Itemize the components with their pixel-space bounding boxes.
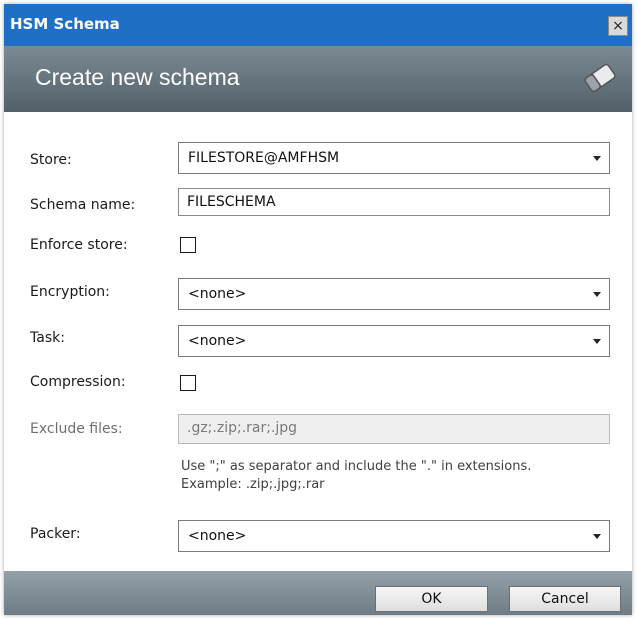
encryption-value: <none> [188, 286, 247, 302]
task-value: <none> [188, 333, 247, 349]
dropdown-arrow-icon [593, 534, 601, 539]
encryption-dropdown[interactable]: <none> [178, 278, 610, 310]
hsm-schema-dialog: HSM Schema × Create new schema Store: FI… [4, 4, 632, 615]
dropdown-arrow-icon [593, 156, 601, 161]
cancel-button[interactable]: Cancel [509, 586, 621, 612]
title-bar[interactable]: HSM Schema × [4, 4, 632, 46]
ok-button[interactable]: OK [375, 586, 488, 612]
store-label: Store: [30, 152, 72, 168]
hint-line: Example: .zip;.jpg;.rar [181, 477, 325, 492]
store-value: FILESTORE@AMFHSM [188, 150, 340, 166]
eraser-icon [584, 63, 616, 93]
dialog-footer: OK Cancel [4, 571, 632, 615]
compression-label: Compression: [30, 374, 126, 390]
schema-name-label: Schema name: [30, 197, 136, 213]
exclude-files-label: Exclude files: [30, 421, 123, 437]
hint-line: Use ";" as separator and include the "."… [181, 459, 532, 474]
enforce-store-label: Enforce store: [30, 237, 128, 253]
exclude-files-input[interactable]: .gz;.zip;.rar;.jpg [178, 414, 610, 444]
exclude-files-hint: Use ";" as separator and include the "."… [181, 458, 531, 494]
dropdown-arrow-icon [593, 292, 601, 297]
close-button[interactable]: × [608, 16, 628, 36]
window-title: HSM Schema [10, 15, 120, 33]
compression-checkbox[interactable] [180, 375, 196, 391]
banner-heading: Create new schema [35, 64, 240, 90]
dropdown-arrow-icon [593, 339, 601, 344]
task-dropdown[interactable]: <none> [178, 325, 610, 357]
packer-value: <none> [188, 528, 247, 544]
task-label: Task: [30, 330, 65, 346]
header-banner: Create new schema [4, 46, 632, 112]
encryption-label: Encryption: [30, 284, 110, 300]
schema-name-input[interactable]: FILESCHEMA [178, 188, 610, 216]
enforce-store-checkbox[interactable] [180, 237, 196, 253]
packer-dropdown[interactable]: <none> [178, 520, 610, 552]
packer-label: Packer: [30, 526, 81, 542]
store-dropdown[interactable]: FILESTORE@AMFHSM [178, 142, 610, 174]
